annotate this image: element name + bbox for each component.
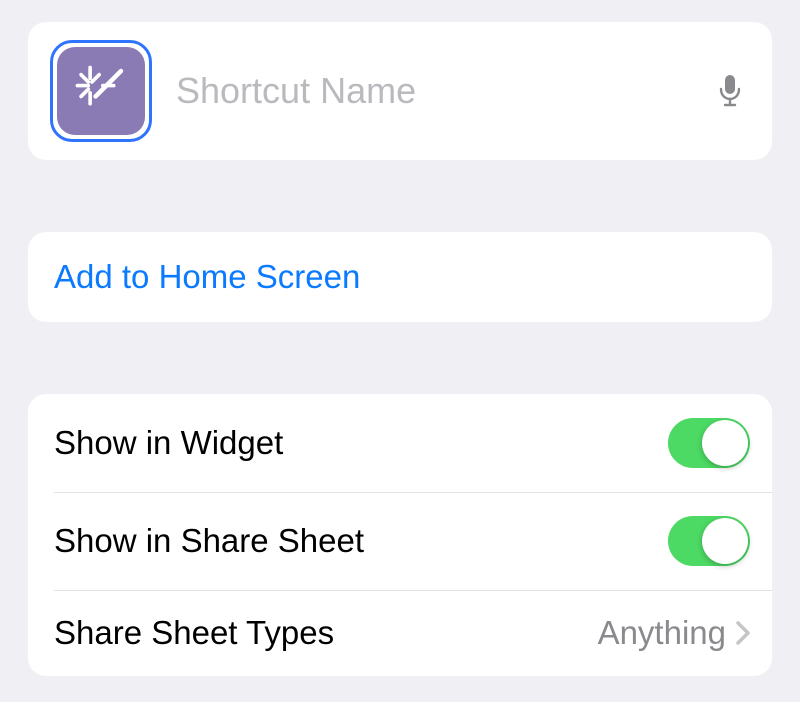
shortcut-icon-button[interactable]	[50, 40, 152, 142]
magic-wand-sparkle-icon	[57, 47, 145, 135]
shortcut-name-card	[28, 22, 772, 160]
show-in-share-sheet-toggle[interactable]	[668, 516, 750, 566]
show-in-widget-row: Show in Widget	[28, 394, 772, 492]
show-in-share-sheet-row: Show in Share Sheet	[28, 492, 772, 590]
chevron-right-icon	[736, 621, 750, 645]
row-label: Show in Share Sheet	[54, 522, 364, 560]
share-sheet-types-row[interactable]: Share Sheet Types Anything	[28, 590, 772, 676]
shortcut-name-input[interactable]	[176, 70, 700, 112]
microphone-icon	[718, 74, 742, 108]
row-label: Share Sheet Types	[54, 614, 334, 652]
row-nav: Anything	[598, 614, 750, 652]
add-to-home-card: Add to Home Screen	[28, 232, 772, 322]
show-in-widget-toggle[interactable]	[668, 418, 750, 468]
row-label: Show in Widget	[54, 424, 283, 462]
toggle-knob	[702, 518, 748, 564]
settings-card: Show in Widget Show in Share Sheet Share…	[28, 394, 772, 676]
add-to-home-screen-button[interactable]: Add to Home Screen	[54, 258, 360, 295]
dictation-button[interactable]	[710, 71, 750, 111]
share-sheet-types-value: Anything	[598, 614, 726, 652]
toggle-knob	[702, 420, 748, 466]
